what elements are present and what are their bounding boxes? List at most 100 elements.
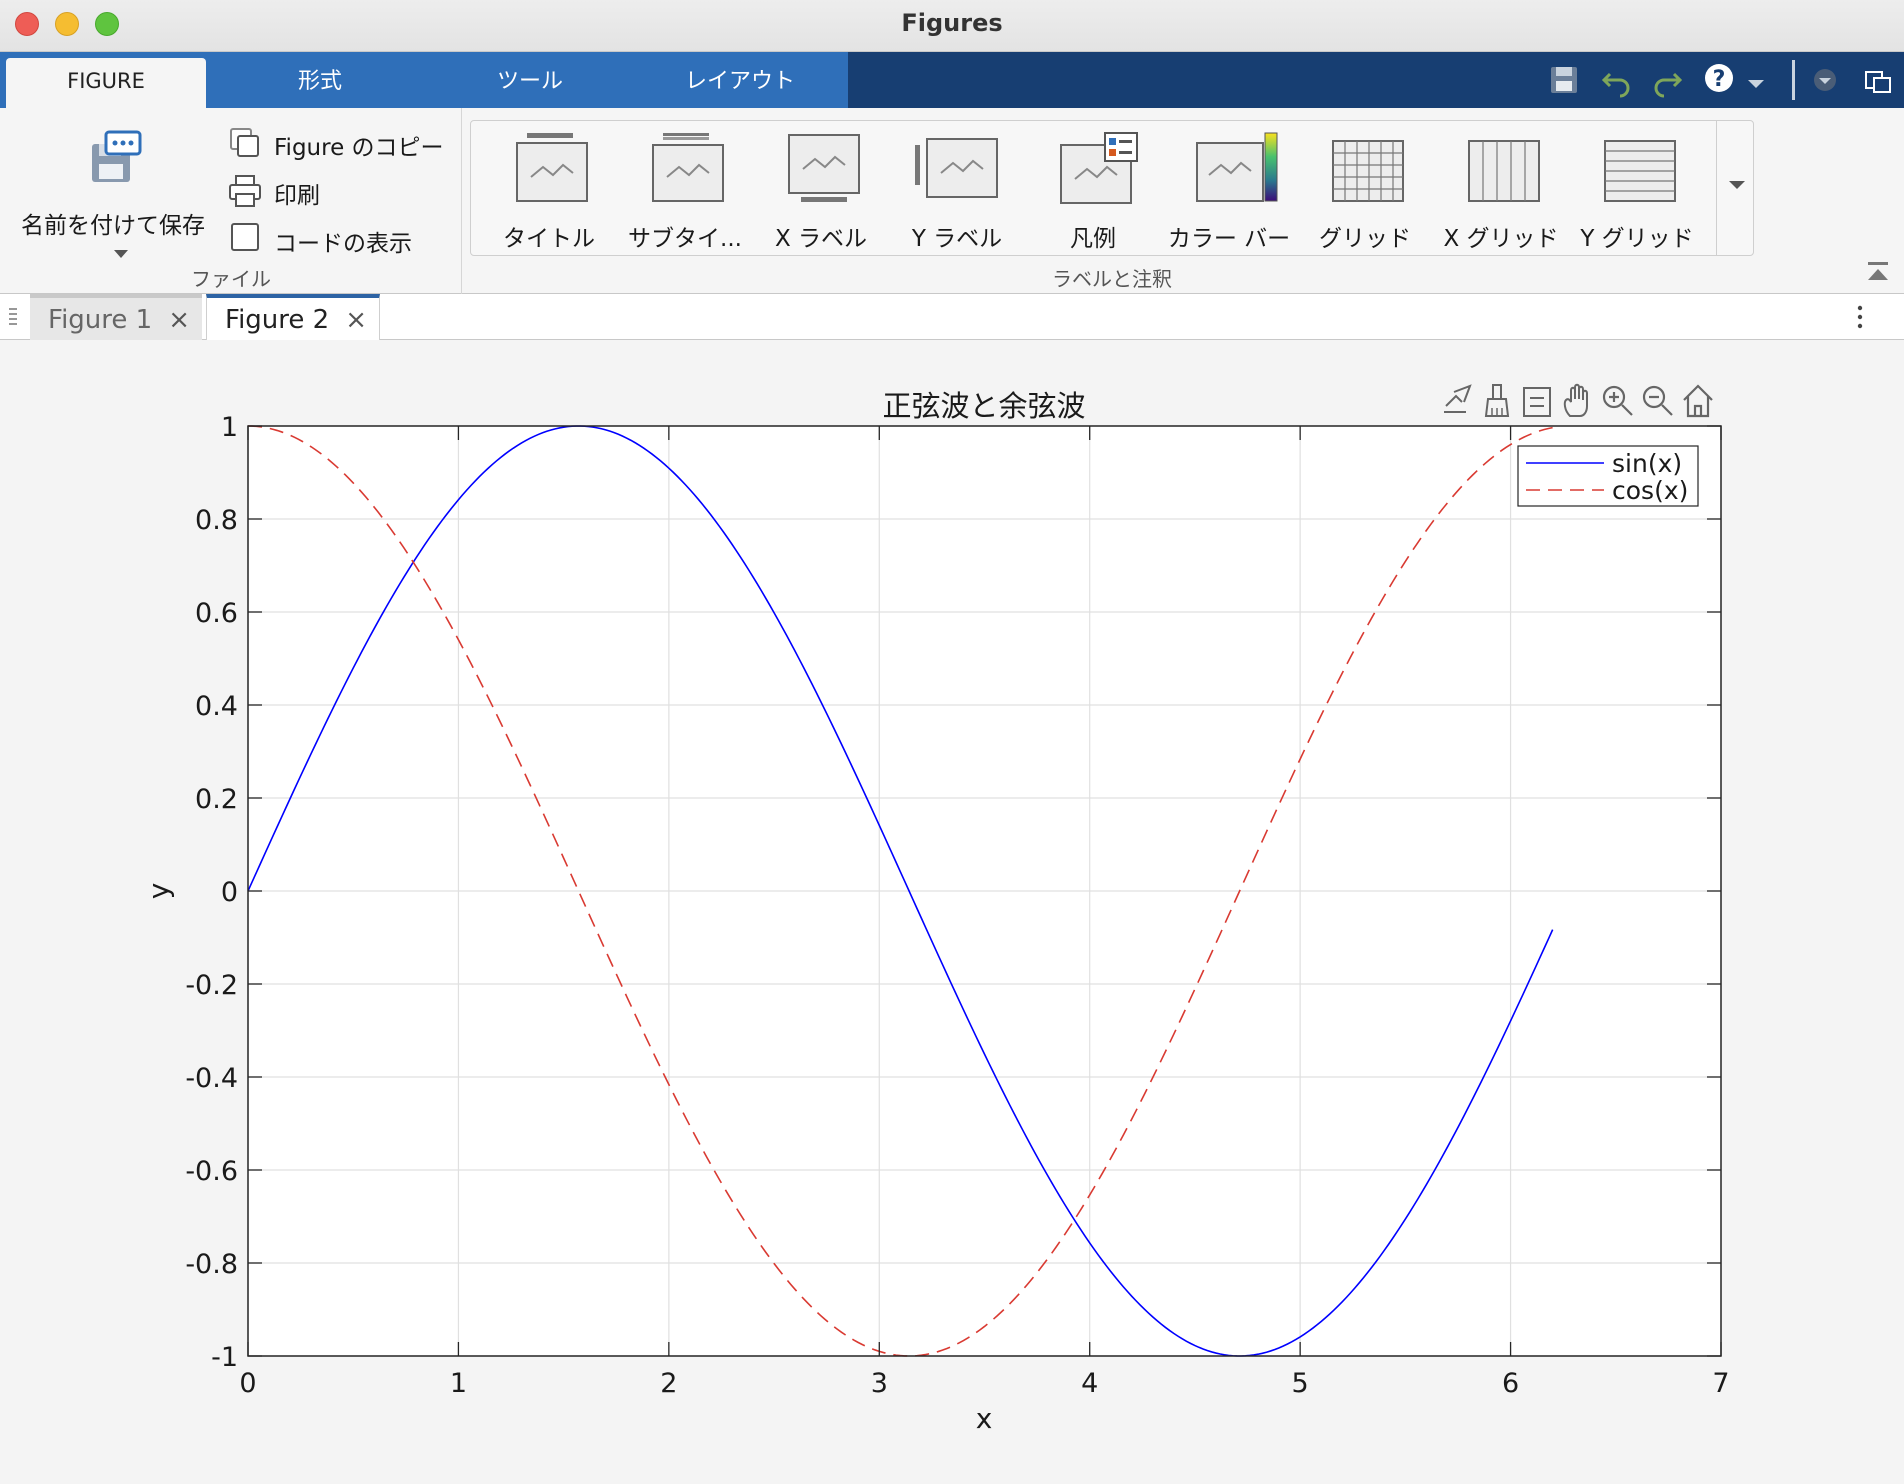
tab-figure-2[interactable]: Figure 2 × — [206, 294, 380, 340]
y-tick-label: -0.4 — [185, 1063, 238, 1094]
print-button[interactable]: 印刷 — [228, 170, 460, 210]
show-code-button[interactable]: コードの表示 — [228, 218, 460, 258]
grid-button[interactable]: グリッド — [1297, 127, 1433, 252]
legend-icon — [1060, 132, 1138, 204]
checkbox-icon — [231, 223, 259, 251]
title-bar: Figures — [0, 0, 1904, 52]
more-options-icon[interactable] — [1850, 302, 1870, 332]
x-tick-label: 7 — [1712, 1368, 1729, 1399]
drag-handle-icon[interactable] — [6, 306, 20, 328]
tab-figure-1-label: Figure 1 — [48, 305, 153, 335]
help-dropdown-icon[interactable] — [1744, 62, 1768, 98]
xgrid-label: X グリッド — [1443, 226, 1559, 252]
save-as-label: 名前を付けて保存 — [21, 213, 205, 239]
tab-figure[interactable]: FIGURE — [6, 58, 206, 108]
xlabel-button[interactable]: X ラベル — [753, 127, 889, 252]
zoom-out-icon[interactable] — [1640, 382, 1676, 422]
gallery-more-button[interactable] — [1716, 120, 1754, 256]
chart-title: 正弦波と余弦波 — [882, 389, 1085, 423]
grid-icon — [1332, 140, 1404, 202]
window-title: Figures — [901, 9, 1003, 37]
ygrid-label: Y グリッド — [1580, 226, 1694, 252]
title-label: タイトル — [503, 226, 595, 252]
export-icon[interactable] — [1440, 382, 1476, 422]
y-tick-label: 0.4 — [195, 691, 238, 722]
svg-text:?: ? — [1713, 67, 1726, 92]
figure-canvas[interactable]: 0 1 2 3 4 5 6 7 -1 -0.8 -0.6 -0.4 -0.2 0 0.2 0.4 0.6 0.8 1… — [0, 340, 1904, 1484]
ylabel-label: Y ラベル — [911, 226, 1003, 252]
print-label: 印刷 — [274, 183, 320, 209]
ribbon-tab-strip: FIGURE 形式 ツール レイアウト ? — [0, 52, 1904, 108]
copy-figure-button[interactable]: Figure のコピー — [228, 122, 460, 162]
save-icon[interactable] — [1548, 62, 1580, 98]
save-as-icon — [92, 130, 142, 182]
legend-button[interactable]: 凡例 — [1025, 127, 1161, 252]
x-tick-label: 6 — [1502, 1368, 1519, 1399]
title-button[interactable]: タイトル — [481, 127, 617, 252]
close-icon[interactable]: × — [168, 298, 190, 342]
ygrid-button[interactable]: Y グリッド — [1569, 127, 1705, 252]
ylabel-button[interactable]: Y ラベル — [889, 127, 1025, 252]
toolbar-divider — [1792, 60, 1795, 100]
xlabel-label: X ラベル — [774, 226, 868, 252]
y-tick-label: -0.8 — [185, 1249, 238, 1280]
tab-figure-2-label: Figure 2 — [225, 305, 330, 335]
show-code-label: コードの表示 — [274, 231, 412, 257]
subtitle-icon — [652, 133, 724, 202]
title-icon — [516, 133, 588, 202]
figure-tab-bar: Figure 1 × Figure 2 × — [0, 294, 1904, 340]
colorbar-label: カラー バー — [1167, 226, 1291, 252]
x-tick-label: 5 — [1292, 1368, 1309, 1399]
undock-icon[interactable] — [1862, 62, 1896, 98]
redo-icon[interactable] — [1650, 62, 1684, 98]
copy-icon — [230, 128, 259, 157]
x-tick-label: 1 — [450, 1368, 467, 1399]
legend[interactable]: sin(x) cos(x) — [1517, 445, 1699, 507]
brush-icon[interactable] — [1480, 382, 1516, 422]
tab-format[interactable]: 形式 — [220, 56, 420, 108]
copy-figure-label: Figure のコピー — [274, 135, 444, 161]
y-tick-label: -0.6 — [185, 1156, 238, 1187]
tab-layout[interactable]: レイアウト — [640, 56, 840, 108]
x-tick-label: 3 — [871, 1368, 888, 1399]
ygrid-icon — [1604, 140, 1676, 202]
labels-annotations-gallery: タイトル サブタイ... X ラベル Y ラベル 凡例 カラー バー グリッド … — [470, 120, 1754, 256]
help-icon[interactable]: ? — [1702, 62, 1736, 98]
subtitle-button[interactable]: サブタイ... — [617, 127, 753, 252]
xgrid-button[interactable]: X グリッド — [1433, 127, 1569, 252]
colorbar-button[interactable]: カラー バー — [1161, 127, 1297, 252]
save-as-button[interactable]: 名前を付けて保存 — [8, 124, 218, 258]
y-tick-label: 0.6 — [195, 598, 238, 629]
x-tick-label: 4 — [1081, 1368, 1098, 1399]
x-tick-label: 0 — [239, 1368, 256, 1399]
data-tips-icon[interactable] — [1520, 382, 1556, 422]
y-tick-label: 0 — [221, 877, 238, 908]
tab-figure-1[interactable]: Figure 1 × — [30, 294, 202, 340]
pan-hand-icon[interactable] — [1560, 382, 1596, 422]
home-icon[interactable] — [1680, 382, 1716, 422]
y-tick-label: 1 — [221, 412, 238, 443]
xgrid-icon — [1468, 140, 1540, 202]
tab-tools[interactable]: ツール — [430, 56, 630, 108]
legend-label: 凡例 — [1070, 226, 1116, 252]
legend-entry-cos: cos(x) — [1612, 476, 1688, 505]
y-tick-label: 0.2 — [195, 784, 238, 815]
y-tick-label: -0.2 — [185, 970, 238, 1001]
collapse-toolstrip-icon[interactable] — [1864, 258, 1892, 288]
close-icon[interactable]: × — [345, 298, 367, 342]
save-as-dropdown-icon[interactable] — [114, 250, 128, 258]
legend-entry-sin: sin(x) — [1612, 449, 1682, 478]
file-group-label: ファイル — [191, 267, 271, 291]
colorbar-icon — [1196, 132, 1278, 202]
labels-group-label: ラベルと注釈 — [1052, 267, 1172, 291]
quick-access-dropdown-icon[interactable] — [1808, 62, 1842, 98]
zoom-in-icon[interactable] — [1600, 382, 1636, 422]
toolstrip: 名前を付けて保存 Figure のコピー 印刷 コードの表示 ファイル タイトル… — [0, 108, 1904, 294]
file-group: 名前を付けて保存 Figure のコピー 印刷 コードの表示 ファイル — [0, 108, 462, 294]
grid-label: グリッド — [1319, 226, 1411, 252]
undo-icon[interactable] — [1600, 62, 1634, 98]
printer-icon — [229, 175, 261, 207]
subtitle-label: サブタイ... — [628, 226, 742, 252]
x-axis-label: x — [976, 1402, 993, 1435]
x-tick-label: 2 — [660, 1368, 677, 1399]
